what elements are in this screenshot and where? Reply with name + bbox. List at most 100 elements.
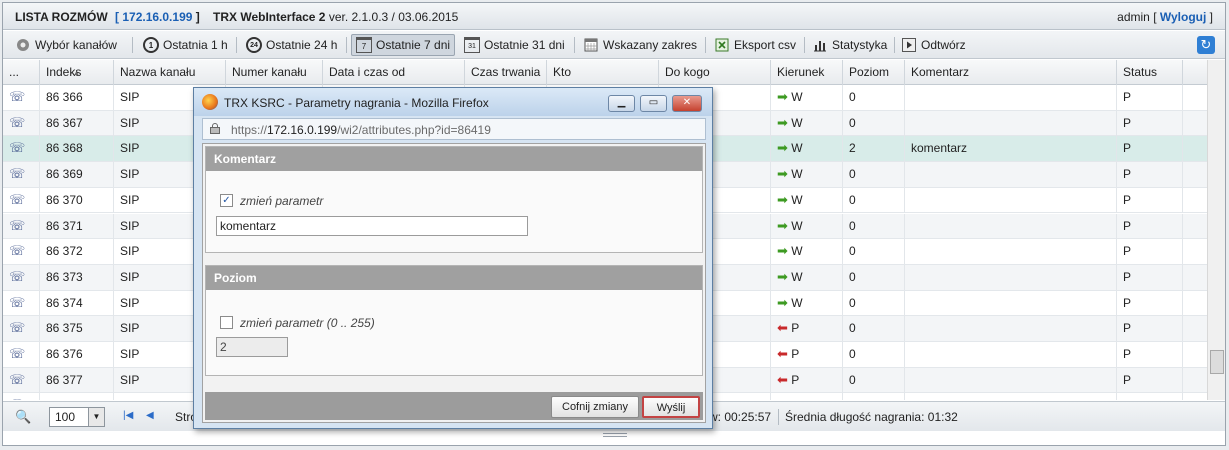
- vertical-scrollbar[interactable]: [1207, 60, 1225, 400]
- search-icon[interactable]: 🔍: [15, 409, 31, 425]
- column-header-channel-number[interactable]: Numer kanału: [226, 60, 323, 85]
- minimize-icon[interactable]: ▁: [608, 95, 635, 112]
- phone-icon: ☏: [9, 191, 26, 207]
- version-text: ver. 2.1.0.3 / 03.06.2015: [328, 10, 459, 24]
- toolbar-separator: [574, 37, 575, 53]
- cell-direction: ➡ W: [771, 393, 843, 400]
- cell-comment: [905, 393, 1117, 400]
- logout-link[interactable]: Wyloguj: [1160, 10, 1206, 24]
- phone-icon: ☏: [9, 243, 26, 259]
- toolbar-separator: [132, 37, 133, 53]
- direction-label: W: [791, 90, 803, 104]
- cell-level: 0: [843, 110, 905, 136]
- phone-icon: ☏: [9, 294, 26, 310]
- comment-change-checkbox[interactable]: ✓: [220, 194, 233, 207]
- first-page-icon[interactable]: |◀: [123, 410, 133, 421]
- column-header-level[interactable]: Poziom: [843, 60, 905, 85]
- direction-label: W: [791, 244, 803, 259]
- scrollbar-thumb[interactable]: [1210, 350, 1224, 374]
- url-prefix: https://: [231, 123, 268, 137]
- refresh-icon[interactable]: ↻: [1197, 36, 1215, 54]
- cell-status: P: [1117, 316, 1183, 342]
- arrow-right-icon: ➡: [777, 397, 788, 400]
- cell-type: ☏: [3, 393, 40, 400]
- arrow-right-icon: ➡: [777, 217, 788, 233]
- cell-direction: ➡ W: [771, 239, 843, 265]
- date-range-button[interactable]: Wskazany zakres: [579, 34, 701, 56]
- dialog-title: TRX KSRC - Parametry nagrania - Mozilla …: [224, 96, 489, 110]
- column-header-status[interactable]: Status: [1117, 60, 1183, 85]
- column-header-index[interactable]: ▲ Indeks: [40, 60, 114, 85]
- cell-direction: ➡ W: [771, 110, 843, 136]
- direction-label: W: [791, 218, 803, 233]
- comment-input[interactable]: komentarz: [216, 216, 528, 236]
- sort-asc-icon: ▲: [73, 70, 80, 77]
- firefox-icon: [202, 94, 218, 110]
- last-31d-button[interactable]: 31 Ostatnie 31 dni: [460, 34, 569, 56]
- page-size-select[interactable]: 100 ▼: [49, 407, 105, 427]
- export-csv-button[interactable]: Eksport csv: [710, 34, 800, 56]
- calendar-31-icon: 31: [464, 37, 480, 53]
- cell-type: ☏: [3, 316, 40, 342]
- cell-type: ☏: [3, 162, 40, 188]
- last-1h-button[interactable]: 1 Ostatnia 1 h: [139, 34, 232, 56]
- phone-icon: ☏: [9, 217, 26, 233]
- direction-label: P: [791, 321, 800, 336]
- level-input[interactable]: 2: [216, 337, 288, 357]
- cell-level: 0: [843, 290, 905, 316]
- cell-comment: [905, 110, 1117, 136]
- user-info: admin [ Wyloguj ]: [1117, 10, 1213, 24]
- cell-index: 86 369: [40, 162, 114, 188]
- arrow-right-icon: ➡: [777, 114, 788, 130]
- cell-comment: komentarz: [905, 136, 1117, 162]
- comment-section: Komentarz ✓ zmień parametr komentarz: [205, 146, 703, 253]
- app-header: LISTA ROZMÓW [ 172.16.0.199 ] TRX WebInt…: [3, 3, 1225, 30]
- level-section-title: Poziom: [206, 266, 702, 290]
- send-button[interactable]: Wyślij: [642, 396, 700, 418]
- reset-changes-button[interactable]: Cofnij zmiany: [551, 396, 640, 418]
- level-change-checkbox[interactable]: [220, 316, 233, 329]
- play-button[interactable]: Odtwórz: [897, 34, 970, 56]
- cell-status: P: [1117, 187, 1183, 213]
- cell-status: P: [1117, 239, 1183, 265]
- phone-icon: ☏: [9, 346, 26, 361]
- column-header-to-whom[interactable]: Do kogo: [659, 60, 771, 85]
- close-icon[interactable]: ✕: [672, 95, 702, 112]
- channels-button[interactable]: Wybór kanałów: [11, 34, 121, 56]
- column-header-direction[interactable]: Kierunek: [771, 60, 843, 85]
- cell-direction: ➡ W: [771, 187, 843, 213]
- column-header-who[interactable]: Kto: [547, 60, 659, 85]
- cell-comment: [905, 187, 1117, 213]
- direction-label: W: [791, 192, 803, 207]
- last-24h-button[interactable]: 24 Ostatnie 24 h: [242, 34, 341, 56]
- resize-handle[interactable]: [603, 433, 627, 437]
- cell-index: 86 370: [40, 187, 114, 213]
- prev-page-icon[interactable]: ◀: [146, 410, 154, 421]
- cell-type: ☏: [3, 239, 40, 265]
- url-bar[interactable]: https://172.16.0.199/wi2/attributes.php?…: [202, 118, 706, 140]
- direction-label: W: [791, 269, 803, 284]
- arrow-right-icon: ➡: [777, 294, 788, 310]
- column-header-channel-name[interactable]: Nazwa kanału: [114, 60, 226, 85]
- column-header-menu[interactable]: ...: [3, 60, 40, 85]
- column-header-duration[interactable]: Czas trwania: [465, 60, 547, 85]
- last-7d-button[interactable]: 7 Ostatnie 7 dni: [351, 34, 456, 56]
- maximize-icon[interactable]: ▭: [640, 95, 667, 112]
- cell-direction: ➡ W: [771, 213, 843, 239]
- play-label: Odtwórz: [921, 38, 966, 52]
- cell-direction: ➡ W: [771, 264, 843, 290]
- arrow-left-icon: ⬅: [777, 371, 788, 387]
- channels-label: Wybór kanałów: [35, 38, 117, 52]
- cell-direction: ➡ W: [771, 136, 843, 162]
- statistics-button[interactable]: Statystyka: [808, 34, 891, 56]
- cell-comment: [905, 316, 1117, 342]
- calendar-7-icon: 7: [356, 37, 372, 53]
- page-size-value: 100: [55, 410, 76, 424]
- toolbar: Wybór kanałów 1 Ostatnia 1 h 24 Ostatnie…: [3, 31, 1225, 59]
- cell-level: 0: [843, 162, 905, 188]
- column-header-comment[interactable]: Komentarz: [905, 60, 1117, 85]
- column-header-datetime[interactable]: Data i czas od: [323, 60, 465, 85]
- phone-icon: ☏: [9, 89, 26, 104]
- arrow-right-icon: ➡: [777, 140, 788, 156]
- cell-direction: ⬅ P: [771, 316, 843, 342]
